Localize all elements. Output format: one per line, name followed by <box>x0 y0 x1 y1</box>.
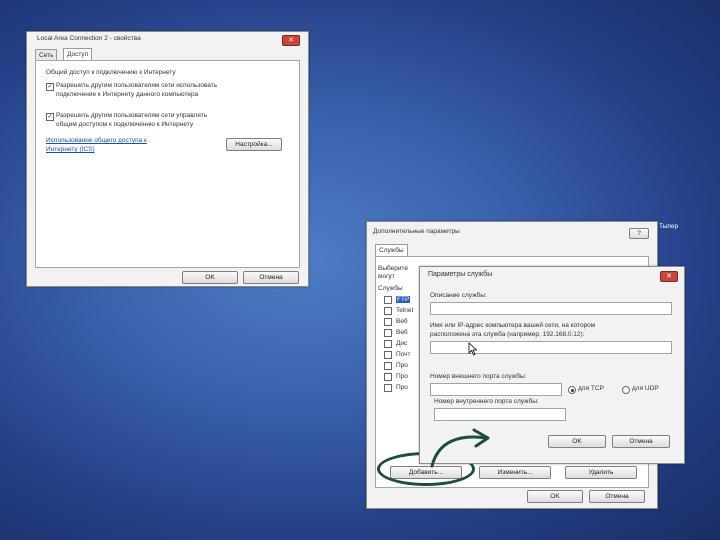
help-button[interactable]: ? <box>629 228 649 239</box>
service-name: Telnet <box>396 307 414 314</box>
mouse-cursor-icon <box>468 342 478 356</box>
host-label: Имя или IP-адрес компьютера вашей сети, … <box>430 322 596 329</box>
title-bar[interactable]: Параметры службы ✕ <box>420 267 684 282</box>
service-checkbox[interactable] <box>384 307 392 315</box>
cancel-button[interactable]: Отмена <box>589 490 645 503</box>
service-name: Про <box>396 384 408 391</box>
services-intro-line2: могут <box>378 273 395 280</box>
service-name: Почт <box>396 351 411 358</box>
description-label: Описание службы: <box>430 292 487 299</box>
service-name: FTP <box>396 296 411 303</box>
service-name: Дис <box>396 340 408 347</box>
close-button[interactable]: ✕ <box>660 271 678 282</box>
service-checkbox[interactable] <box>384 329 392 337</box>
title-bar[interactable]: Дополнительные параметры ? <box>367 222 657 239</box>
external-port-label: Номер внешнего порта службы: <box>430 373 527 380</box>
service-checkbox[interactable] <box>384 296 392 304</box>
cancel-button[interactable]: Отмена <box>243 271 299 284</box>
external-port-input[interactable] <box>430 383 562 396</box>
allow-sharing-label-line2: подключение к Интернету данного компьюте… <box>56 91 199 98</box>
ok-button[interactable]: OK <box>527 490 583 503</box>
cancel-button[interactable]: Отмена <box>612 435 670 448</box>
services-list-label: Службы <box>378 285 403 292</box>
tcp-radio[interactable] <box>568 386 576 394</box>
annotation-arrow-icon <box>430 428 490 468</box>
window-title: Параметры службы <box>428 271 493 278</box>
ics-help-link-line2[interactable]: Интернету (ICS) <box>46 146 95 153</box>
host-label-line2: расположена эта служба (например, 192.16… <box>430 331 585 338</box>
services-list: FTP Telnet Веб Веб Дис Почт Про Про Про <box>380 295 420 405</box>
service-checkbox[interactable] <box>384 384 392 392</box>
udp-label: для UDP <box>632 385 659 392</box>
sharing-panel: Общий доступ к подключению к Интернету ✓… <box>35 60 300 268</box>
description-input[interactable] <box>430 302 672 315</box>
ok-button[interactable]: OK <box>548 435 606 448</box>
internal-port-label: Номер внутреннего порта службы: <box>434 398 539 405</box>
window-title: Local Area Connection 2 - свойства <box>37 35 141 42</box>
settings-button[interactable]: Настройка... <box>226 138 282 151</box>
allow-sharing-checkbox[interactable]: ✓ <box>46 83 54 91</box>
close-button[interactable]: ✕ <box>282 35 300 46</box>
edge-label: Тыпер <box>659 223 679 230</box>
ics-help-link[interactable]: Использование общего доступа к <box>46 137 147 144</box>
delete-service-button[interactable]: Удалить <box>565 466 637 479</box>
window-title: Дополнительные параметры <box>373 228 460 235</box>
service-name: Веб <box>396 329 408 336</box>
group-title: Общий доступ к подключению к Интернету <box>46 69 176 76</box>
services-intro: Выберите <box>378 265 409 272</box>
service-checkbox[interactable] <box>384 351 392 359</box>
host-address-input[interactable] <box>430 341 672 354</box>
allow-control-label: Разрешить другим пользователям сети упра… <box>56 112 208 119</box>
title-bar[interactable]: Local Area Connection 2 - свойства ✕ <box>27 32 308 46</box>
service-name: Веб <box>396 318 408 325</box>
service-name: Про <box>396 373 408 380</box>
connection-properties-window: Local Area Connection 2 - свойства ✕ Сет… <box>26 31 309 287</box>
ok-button[interactable]: OK <box>182 271 238 284</box>
tcp-label: для TCP <box>578 385 604 392</box>
udp-radio[interactable] <box>622 386 630 394</box>
service-checkbox[interactable] <box>384 340 392 348</box>
allow-control-checkbox[interactable]: ✓ <box>46 113 54 121</box>
allow-sharing-label: Разрешить другим пользователям сети испо… <box>56 82 218 89</box>
service-checkbox[interactable] <box>384 373 392 381</box>
allow-control-label-line2: общим доступом к подключению к Интернету <box>56 121 194 128</box>
service-name: Про <box>396 362 408 369</box>
service-checkbox[interactable] <box>384 362 392 370</box>
service-checkbox[interactable] <box>384 318 392 326</box>
